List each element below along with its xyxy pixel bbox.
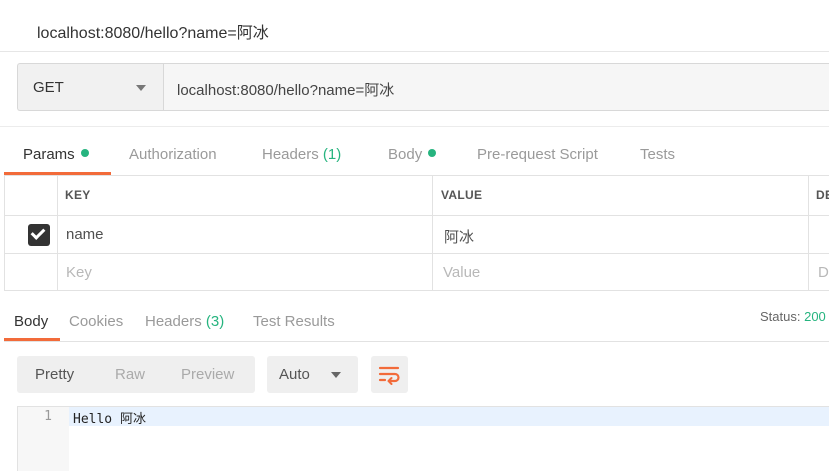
chevron-down-icon	[136, 85, 146, 91]
column-header-description: DE	[816, 188, 829, 202]
tab-label: Params	[23, 146, 75, 163]
table-border	[4, 215, 829, 216]
new-param-description-input[interactable]: D	[818, 264, 829, 281]
param-value-cell[interactable]: 阿冰	[444, 226, 474, 247]
line-number: 1	[44, 409, 52, 424]
divider	[0, 51, 829, 52]
divider	[4, 175, 829, 176]
table-border	[4, 253, 829, 254]
table-border	[4, 290, 829, 291]
param-enabled-checkbox[interactable]	[28, 224, 50, 246]
table-border	[4, 176, 5, 291]
status-code: 200	[804, 309, 826, 324]
wrap-lines-button[interactable]	[371, 356, 408, 393]
raw-button[interactable]: Raw	[115, 366, 145, 383]
url-input[interactable]: localhost:8080/hello?name=阿冰	[163, 63, 829, 111]
active-dot-icon	[428, 149, 437, 157]
tab-prerequest-script[interactable]: Pre-request Script	[477, 146, 598, 163]
line-number-gutter: 1	[18, 407, 69, 471]
pretty-button[interactable]: Pretty	[35, 366, 74, 383]
response-tab-test-results[interactable]: Test Results	[253, 313, 335, 330]
response-tab-headers[interactable]: Headers (3)	[145, 313, 224, 330]
table-border	[57, 176, 58, 291]
request-title[interactable]: localhost:8080/hello?name=阿冰	[37, 19, 269, 43]
table-border	[808, 176, 809, 291]
column-header-value: VALUE	[441, 188, 483, 202]
status-label: Status:	[760, 309, 801, 324]
divider	[4, 341, 829, 342]
tab-label: Tests	[640, 146, 676, 163]
method-label: GET	[33, 79, 64, 96]
method-select[interactable]: GET	[17, 63, 163, 111]
divider	[0, 126, 829, 127]
chevron-down-icon	[331, 372, 341, 378]
response-tab-cookies[interactable]: Cookies	[69, 313, 123, 330]
tab-count: (3)	[205, 313, 225, 330]
new-param-key-input[interactable]: Key	[66, 264, 92, 281]
active-dot-icon	[80, 149, 89, 157]
tab-label: Authorization	[129, 146, 217, 163]
tab-label: Cookies	[69, 313, 124, 330]
tab-label: Body	[14, 313, 49, 330]
response-body-text: Hello 阿冰	[73, 412, 146, 427]
checkmark-icon	[30, 225, 46, 240]
column-header-key: KEY	[65, 188, 91, 202]
tab-label: Body	[388, 146, 423, 163]
active-line-highlight	[69, 407, 829, 426]
tab-tests[interactable]: Tests	[640, 146, 675, 163]
tab-label: Test Results	[253, 313, 335, 330]
preview-button[interactable]: Preview	[181, 366, 234, 383]
param-key-cell[interactable]: name	[66, 226, 104, 243]
response-status: Status: 200	[760, 309, 826, 324]
view-mode-group: Pretty Raw Preview	[17, 356, 255, 393]
tab-count: (1)	[322, 146, 342, 163]
tab-headers[interactable]: Headers (1)	[262, 146, 341, 163]
wrap-lines-icon	[378, 366, 400, 385]
tab-label: Headers	[262, 146, 319, 163]
tab-authorization[interactable]: Authorization	[129, 146, 217, 163]
tab-label: Pre-request Script	[477, 146, 598, 163]
language-select[interactable]: Auto	[267, 356, 358, 393]
tab-params[interactable]: Params	[23, 146, 89, 163]
tab-label: Headers	[145, 313, 202, 330]
url-value: localhost:8080/hello?name=阿冰	[177, 82, 395, 99]
response-tab-body[interactable]: Body	[14, 313, 48, 330]
table-border	[432, 176, 433, 291]
response-body-editor[interactable]: 1 Hello 阿冰	[17, 406, 829, 471]
language-label: Auto	[279, 366, 310, 383]
new-param-value-input[interactable]: Value	[443, 264, 480, 281]
tab-body[interactable]: Body	[388, 146, 437, 163]
